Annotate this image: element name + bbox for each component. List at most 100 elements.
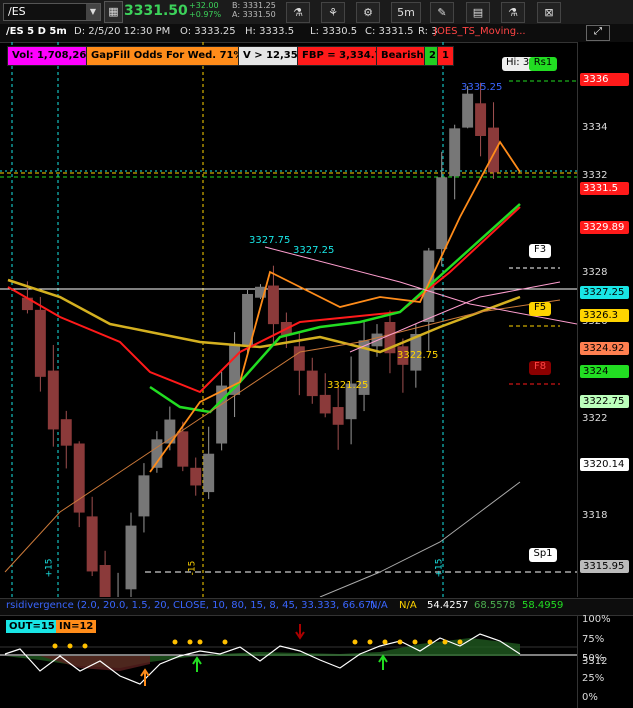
rsi-arrow-down xyxy=(295,624,305,640)
candle-body xyxy=(293,346,305,371)
link-icon[interactable]: ⊠ xyxy=(537,2,561,23)
rsi-dot xyxy=(222,639,228,645)
grid-icon[interactable]: ▤ xyxy=(466,2,490,23)
chart-title: /ES 5 D 5m xyxy=(6,26,67,37)
change-pct: +0.97% xyxy=(189,10,222,19)
candle-body xyxy=(190,467,202,486)
lower-na2: N/A xyxy=(399,600,417,611)
candle-body xyxy=(34,309,46,377)
bid: B: 3331.25 xyxy=(232,1,276,10)
candle-body xyxy=(47,370,59,430)
header-low: L: 3330.5 xyxy=(310,26,358,37)
candle-body xyxy=(60,419,72,446)
rs1-label: Rs1 xyxy=(529,57,557,71)
f5-label: F5 xyxy=(529,302,551,316)
rsi-dot xyxy=(82,643,88,649)
rsi-dot xyxy=(442,639,448,645)
rsi-dot xyxy=(197,639,203,645)
level-3327-25: 3327.25 xyxy=(293,245,335,256)
candle-body xyxy=(125,525,137,590)
candle-body xyxy=(86,516,98,572)
price-tag: 3326.3 xyxy=(580,308,629,322)
candle-body xyxy=(267,285,279,325)
candle-body xyxy=(332,407,344,425)
level-3321-25: 3321.25 xyxy=(327,380,369,391)
flask-icon[interactable]: ⚗ xyxy=(286,2,310,23)
candle-body xyxy=(319,394,331,414)
price-tag: 3331.5 xyxy=(580,182,629,196)
lower-v3: 58.4959 xyxy=(522,600,564,611)
f3-label: F3 xyxy=(529,244,551,258)
rsi-axis: 100% 75% 50% 25% 0% xyxy=(577,614,633,708)
draw-icon[interactable]: ✎ xyxy=(430,2,454,23)
price-tag: 3322.75 xyxy=(580,394,629,408)
gear-icon[interactable]: ⚙ xyxy=(356,2,380,23)
rsi-dot xyxy=(367,639,373,645)
rsi-dot xyxy=(187,639,193,645)
candle-body xyxy=(216,385,228,444)
price-tick: 3328 xyxy=(582,267,608,279)
marker-plus15-c: +15 xyxy=(434,558,445,578)
flask2-icon[interactable]: ⚗ xyxy=(501,2,525,23)
candle-body xyxy=(177,431,189,467)
lower-v2: 68.5578 xyxy=(474,600,516,611)
price-tick: 3318 xyxy=(582,510,608,522)
symbol-selector[interactable]: /ES ▼ xyxy=(3,3,101,21)
header-close: C: 3331.5 xyxy=(365,26,414,37)
candle-body xyxy=(203,453,215,493)
ma-grey xyxy=(319,481,521,597)
rsi-dot xyxy=(52,643,58,649)
chart-icon[interactable]: ▦ xyxy=(104,1,123,23)
change-block: +32.00 +0.97% xyxy=(189,1,221,19)
change-abs: +32.00 xyxy=(189,1,219,10)
candle-body xyxy=(475,103,487,136)
candle-body xyxy=(462,93,474,128)
rsi-arrow-up xyxy=(378,654,388,670)
level-3335: 3335.25 xyxy=(461,82,503,93)
out-badge: OUT=15 xyxy=(6,620,58,633)
rsi-tick: 0% xyxy=(582,692,598,703)
rsi-dot xyxy=(352,639,358,645)
price-tag: 3327.25 xyxy=(580,285,629,299)
last-price: 3331.50 xyxy=(124,3,188,19)
price-tick: 3334 xyxy=(582,121,608,133)
rsi-tick: 75% xyxy=(582,633,605,645)
beaker-icon[interactable]: ⚘ xyxy=(321,2,345,23)
candle-body xyxy=(436,177,448,250)
rsi-dot xyxy=(412,639,418,645)
lower-study-name: rsidivergence (2.0, 20.0, 1.5, 20, CLOSE… xyxy=(6,600,376,611)
price-tag: 3336 xyxy=(580,73,629,86)
price-chart[interactable] xyxy=(0,42,577,597)
expand-icon[interactable]: ⤢ xyxy=(586,25,610,41)
rsi-tick: 100% xyxy=(582,614,611,625)
price-tag: 3324 xyxy=(580,364,629,378)
ask: A: 3331.50 xyxy=(232,10,276,19)
rsi-dot xyxy=(457,639,463,645)
rsi-dot xyxy=(172,639,178,645)
price-tag: 3315.95 xyxy=(580,560,629,574)
price-tag: 3329.89 xyxy=(580,221,629,235)
toolbar: /ES ▼ ▦ 3331.50 +32.00 +0.97% B: 3331.25… xyxy=(0,0,633,25)
rsi-dot xyxy=(67,643,73,649)
lower-study-header: rsidivergence (2.0, 20.0, 1.5, 20, CLOSE… xyxy=(0,598,633,616)
dropdown-icon[interactable]: ▼ xyxy=(86,4,100,20)
price-tag: 3324.92 xyxy=(580,342,629,356)
header-high: H: 3333.5 xyxy=(245,26,295,37)
bid-ask: B: 3331.25 A: 3331.50 xyxy=(232,1,276,19)
candle-body xyxy=(138,475,150,517)
candle-body xyxy=(488,127,499,173)
symbol-text: /ES xyxy=(8,5,26,18)
study-badge: Vol: 1,708,267 xyxy=(7,46,99,66)
price-tick: 3332 xyxy=(582,170,608,182)
study-badge: 1 xyxy=(437,46,454,66)
rsi-tick: 25% xyxy=(582,672,605,684)
rsi-arrow-up xyxy=(140,668,150,686)
price-tick: 3322 xyxy=(582,413,608,425)
marker-minus15: -15 xyxy=(187,560,198,576)
interval-dropdown[interactable]: 5m xyxy=(391,2,421,23)
candle-body xyxy=(99,565,111,597)
candle-body xyxy=(306,370,318,397)
candle-body xyxy=(449,128,461,177)
sp1-label: Sp1 xyxy=(529,548,557,562)
price-axis[interactable]: 3334333233283326332233203318331433123336… xyxy=(577,42,633,667)
